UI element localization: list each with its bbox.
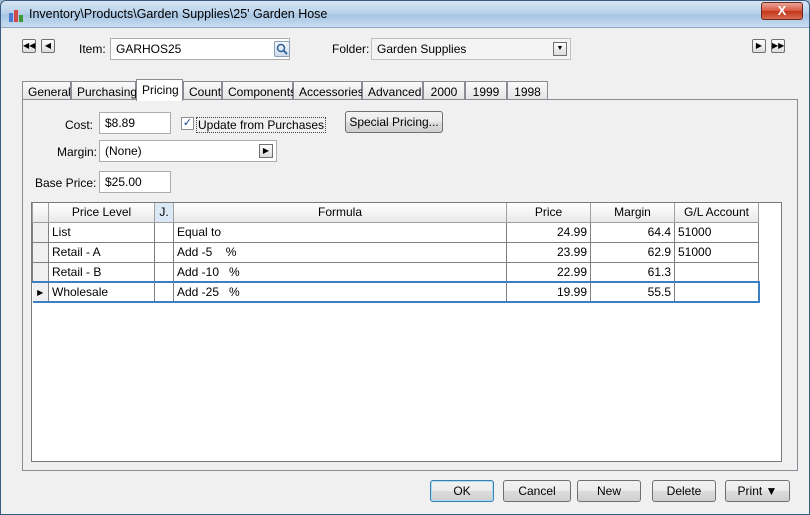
cell-j[interactable] — [154, 241, 174, 263]
column-header-price-level[interactable]: Price Level — [48, 203, 155, 223]
client-area: ◀◀ ◀ Item: GARHOS25 Folder: Garden Suppl… — [6, 29, 804, 509]
window-title: Inventory\Products\Garden Supplies\25' G… — [29, 7, 328, 21]
cell-margin[interactable]: 61.3 — [590, 261, 675, 283]
margin-value: (None) — [105, 144, 142, 158]
table-row[interactable]: Retail - B Add -10 % 22.99 61.3 — [32, 261, 759, 283]
row-selector[interactable] — [32, 261, 49, 283]
inventory-window: Inventory\Products\Garden Supplies\25' G… — [0, 0, 810, 515]
cell-gl-account[interactable] — [674, 281, 760, 303]
first-record-button[interactable]: ◀◀ — [22, 39, 36, 53]
cell-gl-account[interactable]: 51000 — [674, 221, 759, 243]
column-header-price[interactable]: Price — [506, 203, 591, 223]
new-button[interactable]: New — [577, 480, 641, 502]
update-from-purchases-label[interactable]: Update from Purchases — [196, 117, 327, 133]
item-field[interactable]: GARHOS25 — [110, 38, 290, 60]
tab-count[interactable]: Count — [183, 81, 222, 100]
cell-price[interactable]: 24.99 — [506, 221, 591, 243]
cancel-button[interactable]: Cancel — [503, 480, 571, 502]
special-pricing-button[interactable]: Special Pricing... — [345, 111, 443, 133]
grid-header-row: Price Level J. Formula Price Margin G/L … — [32, 203, 759, 223]
tab-accessories[interactable]: Accessories — [293, 81, 364, 100]
tab-components[interactable]: Components — [222, 81, 296, 100]
cell-margin[interactable]: 55.5 — [590, 281, 675, 303]
inventory-app-icon — [9, 10, 23, 22]
last-record-button[interactable]: ▶▶ — [771, 39, 785, 53]
current-row-indicator-icon[interactable]: ▶ — [32, 281, 49, 303]
cell-gl-account[interactable] — [674, 261, 759, 283]
table-row-current[interactable]: ▶ Wholesale Add -25 % 19.99 55.5 — [32, 281, 760, 303]
cell-margin[interactable]: 64.4 — [590, 221, 675, 243]
next-record-button[interactable]: ▶ — [752, 39, 766, 53]
price-level-grid: Price Level J. Formula Price Margin G/L … — [31, 202, 782, 462]
row-selector[interactable] — [32, 241, 49, 263]
column-header-gl-account[interactable]: G/L Account — [674, 203, 759, 223]
chevron-right-icon[interactable]: ▶ — [259, 144, 273, 158]
row-selector-header — [32, 203, 49, 223]
cell-formula[interactable]: Add -25 % — [173, 281, 507, 303]
delete-button[interactable]: Delete — [652, 480, 716, 502]
dropdown-arrow-icon[interactable]: ▼ — [553, 42, 567, 56]
column-header-j[interactable]: J. — [154, 203, 174, 223]
pricing-panel: Cost: $8.89 ✓ Update from Purchases Spec… — [22, 99, 798, 471]
price-level-table: Price Level J. Formula Price Margin G/L … — [32, 203, 760, 303]
cost-field[interactable]: $8.89 — [99, 112, 171, 134]
item-lookup-button[interactable] — [274, 41, 290, 57]
cell-margin[interactable]: 62.9 — [590, 241, 675, 263]
base-price-field[interactable]: $25.00 — [99, 171, 171, 193]
cell-price-level[interactable]: Wholesale — [48, 281, 155, 303]
tab-pricing[interactable]: Pricing — [136, 79, 183, 101]
column-header-margin[interactable]: Margin — [590, 203, 675, 223]
row-selector[interactable] — [32, 221, 49, 243]
cell-j[interactable] — [154, 281, 174, 303]
close-button[interactable]: X — [761, 2, 803, 20]
cell-price[interactable]: 19.99 — [506, 281, 591, 303]
tab-advanced[interactable]: Advanced — [362, 81, 423, 100]
tab-general[interactable]: General — [22, 81, 71, 100]
ok-button[interactable]: OK — [430, 480, 494, 502]
title-bar[interactable]: Inventory\Products\Garden Supplies\25' G… — [1, 1, 809, 28]
cell-formula[interactable]: Equal to — [173, 221, 507, 243]
item-label: Item: — [79, 42, 106, 56]
column-header-formula[interactable]: Formula — [173, 203, 507, 223]
print-button[interactable]: Print ▼ — [725, 480, 790, 502]
previous-record-button[interactable]: ◀ — [41, 39, 55, 53]
cost-label: Cost: — [65, 118, 94, 132]
cell-j[interactable] — [154, 221, 174, 243]
folder-value: Garden Supplies — [377, 42, 467, 56]
cell-gl-account[interactable]: 51000 — [674, 241, 759, 263]
cell-price[interactable]: 22.99 — [506, 261, 591, 283]
folder-label: Folder: — [332, 42, 370, 56]
base-price-label: Base Price: — [35, 176, 97, 190]
margin-select[interactable]: (None) ▶ — [99, 140, 277, 162]
cell-price-level[interactable]: Retail - B — [48, 261, 155, 283]
folder-select[interactable]: Garden Supplies ▼ — [371, 38, 571, 60]
table-row[interactable]: List Equal to 24.99 64.4 51000 — [32, 221, 759, 243]
tab-purchasing[interactable]: Purchasing — [71, 81, 137, 100]
cell-j[interactable] — [154, 261, 174, 283]
magnifier-icon — [276, 43, 288, 55]
tab-1998[interactable]: 1998 — [507, 81, 548, 100]
cell-price[interactable]: 23.99 — [506, 241, 591, 263]
tab-1999[interactable]: 1999 — [465, 81, 507, 100]
update-from-purchases-checkbox[interactable]: ✓ — [181, 117, 194, 130]
tab-2000[interactable]: 2000 — [423, 81, 465, 100]
cell-formula[interactable]: Add -10 % — [173, 261, 507, 283]
table-row[interactable]: Retail - A Add -5 % 23.99 62.9 51000 — [32, 241, 759, 263]
cell-formula[interactable]: Add -5 % — [173, 241, 507, 263]
margin-label: Margin: — [57, 145, 98, 159]
cell-price-level[interactable]: Retail - A — [48, 241, 155, 263]
cell-price-level[interactable]: List — [48, 221, 155, 243]
